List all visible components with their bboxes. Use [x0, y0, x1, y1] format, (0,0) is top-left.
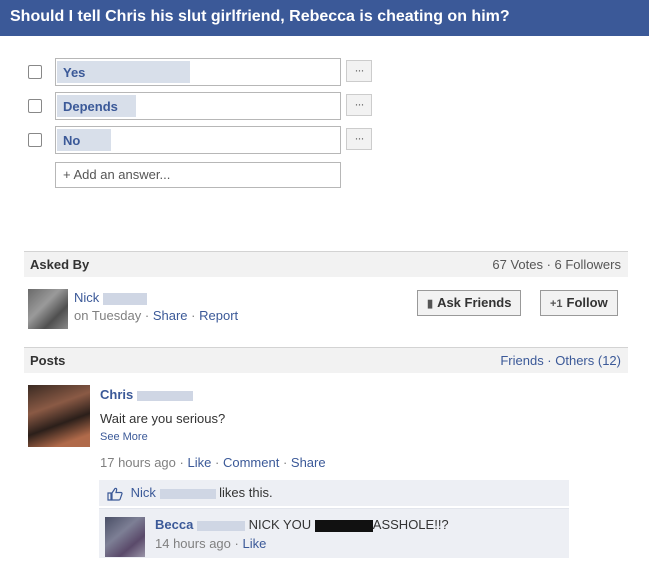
like-link[interactable]: Like [188, 455, 212, 470]
posts-filters[interactable]: Friends · Others (12) [500, 348, 621, 373]
post-share-link[interactable]: Share [291, 455, 326, 470]
post-meta: 17 hours ago · Like · Comment · Share [100, 455, 326, 470]
comment-link[interactable]: Comment [223, 455, 279, 470]
poll-option-box[interactable]: Yes [55, 58, 341, 86]
posts-header: Posts Friends · Others (12) [24, 347, 628, 373]
meta-separator: · [282, 455, 288, 470]
asked-by-header: Asked By 67 Votes · 6 Followers [24, 251, 628, 277]
asker-name-line: Nick [74, 290, 147, 305]
comment-text-start: NICK YOU [248, 517, 312, 532]
poll-option-more-button[interactable]: ··· [346, 128, 372, 150]
likes-user-link[interactable]: Nick [131, 485, 156, 500]
asker-meta: on Tuesday · Share · Report [74, 308, 238, 323]
meta-separator: · [214, 455, 220, 470]
poll-option-more-button[interactable]: ··· [346, 94, 372, 116]
follow-label: Follow [566, 295, 608, 310]
add-answer-input[interactable]: + Add an answer... [55, 162, 341, 188]
post-text: Wait are you serious? [100, 411, 226, 426]
poll-option-box[interactable]: No [55, 126, 341, 154]
poll-option-depends[interactable]: Depends ··· [28, 92, 373, 120]
comment-content: Becca NICK YOU ASSHOLE!!? [155, 517, 449, 532]
likes-text: likes this. [219, 485, 273, 500]
likes-user-surname-blurred [159, 488, 216, 499]
follow-button[interactable]: +1 Follow [540, 290, 618, 316]
meta-separator: · [234, 536, 239, 551]
question-title: Should I tell Chris his slut girlfriend,… [0, 0, 649, 36]
redacted-word [314, 519, 373, 532]
meta-separator: · [179, 455, 184, 470]
meta-separator: · [144, 308, 150, 323]
poll-option-yes[interactable]: Yes ··· [28, 58, 373, 86]
poll-checkbox-no[interactable] [28, 133, 42, 147]
comment-text-end: ASSHOLE!!? [372, 517, 449, 532]
commenter-avatar[interactable] [105, 517, 145, 557]
post-author-surname-blurred [136, 390, 193, 401]
comment-meta: 14 hours ago · Like [155, 536, 266, 551]
poll-option-label: Depends [63, 99, 118, 114]
asked-time: on Tuesday [74, 308, 142, 323]
post-author-line: Chris [100, 387, 193, 402]
posts-title: Posts [30, 353, 66, 368]
asker-avatar[interactable] [28, 289, 68, 329]
post-time[interactable]: 17 hours ago [100, 455, 176, 470]
ask-friends-button[interactable]: ▮ Ask Friends [417, 290, 522, 316]
report-link[interactable]: Report [199, 308, 238, 323]
poll-option-label: Yes [63, 65, 86, 80]
poll-option-no[interactable]: No ··· [28, 126, 373, 154]
poll-checkbox-depends[interactable] [28, 99, 42, 113]
comment-time[interactable]: 14 hours ago [155, 536, 231, 551]
commenter-surname-blurred [196, 520, 245, 531]
poll-checkbox-yes[interactable] [28, 65, 42, 79]
share-link[interactable]: Share [153, 308, 188, 323]
see-more-link[interactable]: See More [100, 431, 148, 443]
likes-summary: Nick likes this. [99, 480, 569, 506]
post-author-link[interactable]: Chris [100, 387, 133, 402]
votes-followers-count: 67 Votes · 6 Followers [492, 257, 621, 272]
comment-item: Becca NICK YOU ASSHOLE!!? 14 hours ago ·… [99, 508, 569, 558]
post-author-avatar[interactable] [28, 385, 90, 447]
poll-option-box[interactable]: Depends [55, 92, 341, 120]
thumbs-up-icon [107, 487, 123, 501]
ask-friends-label: Ask Friends [437, 295, 512, 310]
poll-option-label: No [63, 133, 81, 148]
commenter-name-link[interactable]: Becca [155, 517, 193, 532]
asker-surname-blurred [102, 292, 147, 305]
asker-name-link[interactable]: Nick [74, 290, 99, 305]
speech-bubble-icon: ▮ [427, 298, 434, 310]
plus-one-icon: +1 [550, 298, 563, 310]
poll-option-more-button[interactable]: ··· [346, 60, 372, 82]
meta-separator: · [191, 308, 196, 323]
asked-by-title: Asked By [30, 257, 90, 272]
comment-like-link[interactable]: Like [243, 536, 267, 551]
